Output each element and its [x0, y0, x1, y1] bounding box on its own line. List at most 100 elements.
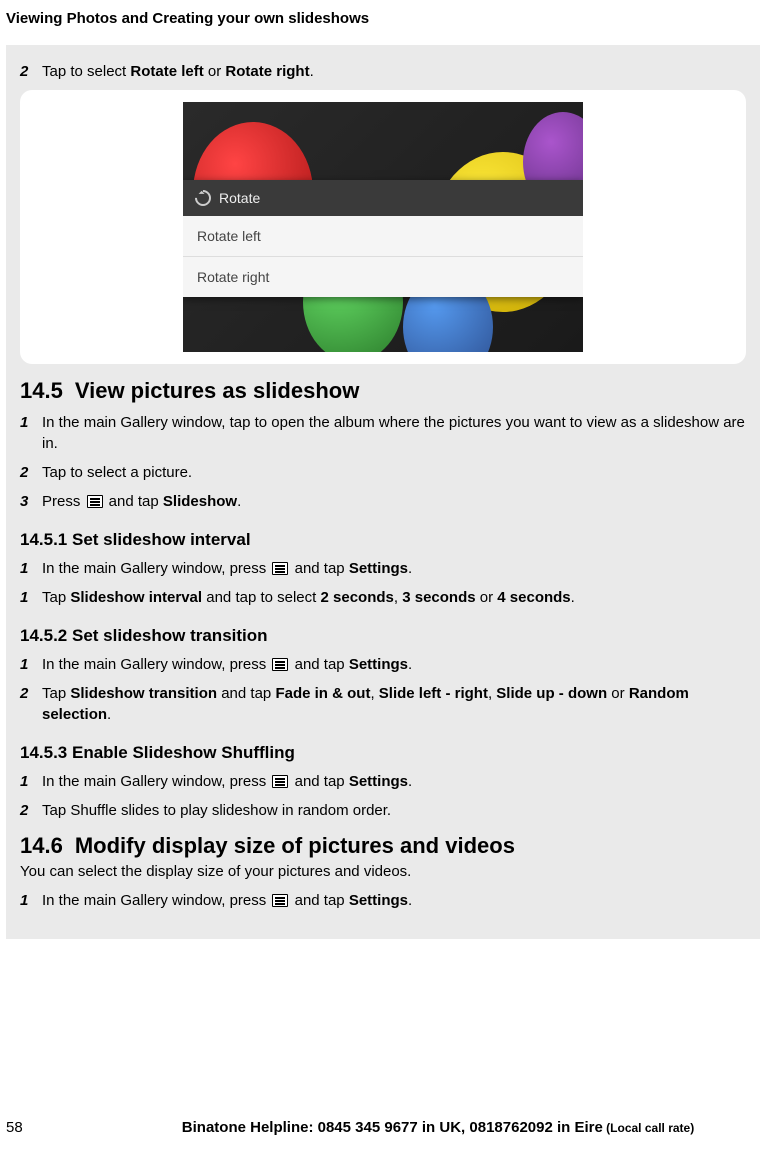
step-number: 1 — [20, 890, 42, 911]
rotate-icon — [192, 187, 215, 210]
menu-icon — [272, 562, 288, 575]
footer-helpline: Binatone Helpline: 0845 345 9677 in UK, … — [116, 1119, 760, 1136]
step-row: 1 In the main Gallery window, press and … — [20, 558, 746, 579]
text-part: In the main Gallery window, press — [42, 656, 270, 673]
text-part: Tap — [42, 589, 70, 606]
step-number: 3 — [20, 491, 42, 512]
helpline-text: Binatone Helpline: 0845 345 9677 in UK, … — [182, 1119, 603, 1136]
step-row: 1 In the main Gallery window, press and … — [20, 654, 746, 675]
bold-slide-ud: Slide up - down — [496, 685, 607, 702]
bold-slide-lr: Slide left - right — [379, 685, 488, 702]
text-part: . — [408, 773, 412, 790]
step-number: 1 — [20, 771, 42, 792]
step-number: 1 — [20, 558, 42, 579]
section-14-5-1-heading: 14.5.1 Set slideshow interval — [20, 530, 746, 550]
bold-settings: Settings — [349, 656, 408, 673]
bold-3s: 3 seconds — [402, 589, 475, 606]
text-part: . — [408, 560, 412, 577]
step-number: 2 — [20, 800, 42, 821]
text-part: or — [476, 589, 498, 606]
rotate-step: 2 Tap to select Rotate left or Rotate ri… — [20, 61, 746, 82]
text-part: In the main Gallery window, press — [42, 560, 270, 577]
rotate-dialog: Rotate Rotate left Rotate right — [183, 180, 583, 297]
text-part: , — [370, 685, 378, 702]
content-area: 2 Tap to select Rotate left or Rotate ri… — [6, 45, 760, 939]
step-row: 1 In the main Gallery window, tap to ope… — [20, 412, 746, 454]
step-row: 3 Press and tap Slideshow. — [20, 491, 746, 512]
text-part: or — [204, 63, 226, 80]
text-part: and tap to select — [202, 589, 320, 606]
step-text: Tap to select Rotate left or Rotate righ… — [42, 61, 746, 82]
text-part: and tap — [217, 685, 275, 702]
bold-slideshow: Slideshow — [163, 493, 237, 510]
step-row: 2 Tap Shuffle slides to play slideshow i… — [20, 800, 746, 821]
rotate-right-option[interactable]: Rotate right — [183, 257, 583, 297]
step-number: 1 — [20, 412, 42, 433]
bold-slideshow-transition: Slideshow transition — [70, 685, 217, 702]
step-text: In the main Gallery window, press and ta… — [42, 890, 746, 911]
text-part: Press — [42, 493, 85, 510]
step-text: Tap to select a picture. — [42, 462, 746, 483]
bold-fade: Fade in & out — [275, 685, 370, 702]
bold-settings: Settings — [349, 773, 408, 790]
step-text: In the main Gallery window, press and ta… — [42, 771, 746, 792]
step-row: 2 Tap to select a picture. — [20, 462, 746, 483]
text-part: . — [571, 589, 575, 606]
step-text: In the main Gallery window, press and ta… — [42, 558, 746, 579]
step-number: 1 — [20, 587, 42, 608]
bold-rotate-left: Rotate left — [130, 63, 203, 80]
text-part: . — [310, 63, 314, 80]
text-part: Tap — [42, 685, 70, 702]
page-number: 58 — [6, 1119, 116, 1136]
step-row: 1 In the main Gallery window, press and … — [20, 771, 746, 792]
text-part: . — [408, 656, 412, 673]
text-part: and tap — [290, 560, 348, 577]
bold-rotate-right: Rotate right — [225, 63, 309, 80]
step-number: 2 — [20, 61, 42, 82]
step-number: 2 — [20, 683, 42, 704]
bold-4s: 4 seconds — [497, 589, 570, 606]
section-title: View pictures as slideshow — [75, 378, 360, 403]
step-number: 1 — [20, 654, 42, 675]
step-text: Tap Slideshow interval and tap to select… — [42, 587, 746, 608]
rotate-left-option[interactable]: Rotate left — [183, 216, 583, 257]
text-part: . — [237, 493, 241, 510]
step-number: 2 — [20, 462, 42, 483]
step-text: In the main Gallery window, tap to open … — [42, 412, 746, 454]
step-text: Tap Shuffle slides to play slideshow in … — [42, 800, 746, 821]
section-intro: You can select the display size of your … — [20, 861, 746, 882]
menu-icon — [272, 658, 288, 671]
step-text: In the main Gallery window, press and ta… — [42, 654, 746, 675]
section-number: 14.5 — [20, 378, 63, 404]
text-part: . — [107, 706, 111, 723]
step-row: 2 Tap Slideshow transition and tap Fade … — [20, 683, 746, 725]
step-row: 1 Tap Slideshow interval and tap to sele… — [20, 587, 746, 608]
page-footer: 58 Binatone Helpline: 0845 345 9677 in U… — [6, 1119, 760, 1136]
text-part: Tap to select — [42, 63, 130, 80]
section-number: 14.6 — [20, 833, 63, 859]
bold-settings: Settings — [349, 892, 408, 909]
bold-settings: Settings — [349, 560, 408, 577]
section-14-5-3-heading: 14.5.3 Enable Slideshow Shuffling — [20, 743, 746, 763]
text-part: . — [408, 892, 412, 909]
text-part: or — [607, 685, 629, 702]
device-screenshot: Rotate Rotate left Rotate right — [183, 102, 583, 352]
step-text: Press and tap Slideshow. — [42, 491, 746, 512]
page-header: Viewing Photos and Creating your own sli… — [0, 0, 766, 45]
section-14-5-2-heading: 14.5.2 Set slideshow transition — [20, 626, 746, 646]
text-part: and tap — [290, 773, 348, 790]
section-title: Modify display size of pictures and vide… — [75, 833, 515, 858]
rotate-dialog-title: Rotate — [219, 190, 260, 206]
screenshot-container: Rotate Rotate left Rotate right — [20, 90, 746, 364]
step-text: Tap Slideshow transition and tap Fade in… — [42, 683, 746, 725]
text-part: In the main Gallery window, press — [42, 892, 270, 909]
bold-2s: 2 seconds — [321, 589, 394, 606]
step-row: 1 In the main Gallery window, press and … — [20, 890, 746, 911]
menu-icon — [272, 775, 288, 788]
call-rate: (Local call rate) — [603, 1121, 694, 1135]
menu-icon — [272, 894, 288, 907]
rotate-dialog-header: Rotate — [183, 180, 583, 216]
text-part: and tap — [290, 892, 348, 909]
section-14-6-heading: 14.6 Modify display size of pictures and … — [20, 833, 746, 859]
menu-icon — [87, 495, 103, 508]
